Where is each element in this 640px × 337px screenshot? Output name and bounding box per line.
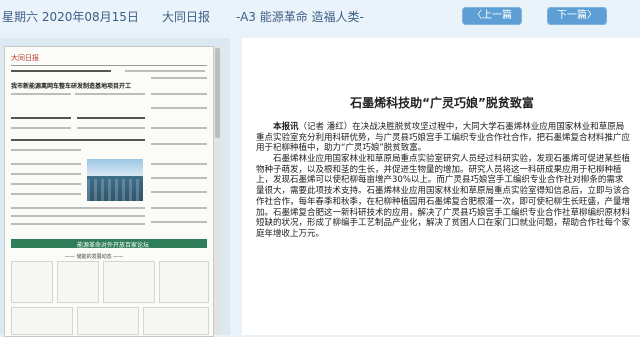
text-line xyxy=(151,207,207,209)
text-line xyxy=(11,163,81,165)
issue-date: 星期六 2020年08月15日 xyxy=(2,10,139,24)
text-line xyxy=(11,183,81,185)
lead-label: 本报讯 xyxy=(273,122,299,132)
article-title: 石墨烯科技助“广灵巧娘”脱贫致富 xyxy=(350,96,534,110)
text-line xyxy=(11,207,145,209)
lead-text: （记者 潘红）在决战决胜脱贫攻坚过程中，大同大学石墨烯林业应用国家林业和草原局重… xyxy=(256,122,631,154)
masthead-rule xyxy=(11,65,207,66)
text-line xyxy=(151,77,207,79)
text-line xyxy=(151,127,207,129)
article-body-paragraph: 石墨烯林业应用国家林业和草原局重点实验室研究人员经过科研实验，发现石墨烯可促进某… xyxy=(256,154,631,239)
text-line xyxy=(151,221,207,223)
text-line xyxy=(125,70,205,72)
forum-subtitle: —— 储能的发展动态 —— xyxy=(65,254,124,260)
text-line xyxy=(11,127,71,129)
text-line xyxy=(11,139,145,141)
thumbnail-headline[interactable]: 我市新能源离网车整车研发制造基地项目开工 xyxy=(11,81,146,90)
newspaper-page-thumbnail[interactable]: 大同日报 我市新能源离网车整车研发制造基地项目开工 能源革命对外开放百家论坛 —… xyxy=(4,46,214,337)
text-line xyxy=(77,117,145,119)
forum-image xyxy=(11,307,73,335)
top-bar: 星期六 2020年08月15日 大同日报 -A3 能源革命 造福人类- 〈上一篇… xyxy=(0,0,640,32)
text-line xyxy=(11,193,81,195)
paper-name: 大同日报 xyxy=(162,10,211,24)
text-line xyxy=(77,127,145,129)
page-thumbnail-panel: 大同日报 我市新能源离网车整车研发制造基地项目开工 能源革命对外开放百家论坛 —… xyxy=(0,38,230,337)
text-line xyxy=(11,149,81,151)
text-line xyxy=(11,117,71,119)
text-line xyxy=(11,173,81,175)
next-article-button[interactable]: 下一篇〉 xyxy=(547,7,607,25)
forum-column xyxy=(103,261,155,303)
text-line xyxy=(151,93,207,95)
forum-column xyxy=(57,261,99,303)
text-line xyxy=(11,70,111,72)
text-line xyxy=(11,93,71,95)
thumbnail-scroll-thumb[interactable] xyxy=(215,48,220,138)
article-lead-paragraph: 本报讯（记者 潘红）在决战决胜脱贫攻坚过程中，大同大学石墨烯林业应用国家林业和草… xyxy=(256,122,631,154)
solar-panel-photo xyxy=(87,159,143,201)
text-line xyxy=(11,223,145,225)
text-line xyxy=(75,93,145,95)
masthead-logo: 大同日报 xyxy=(11,54,39,62)
prev-article-button[interactable]: 〈上一篇 xyxy=(462,7,522,25)
forum-image xyxy=(77,307,139,335)
forum-image xyxy=(143,307,209,335)
text-line xyxy=(11,215,145,217)
forum-column xyxy=(11,261,53,303)
text-line xyxy=(151,143,207,145)
text-line xyxy=(151,163,207,165)
text-line xyxy=(151,177,207,179)
section-title: -A3 能源革命 造福人类- xyxy=(236,10,364,24)
forum-column xyxy=(159,261,209,303)
text-line xyxy=(151,107,207,109)
text-line xyxy=(151,191,207,193)
forum-title: 能源革命对外开放百家论坛 xyxy=(77,242,150,249)
